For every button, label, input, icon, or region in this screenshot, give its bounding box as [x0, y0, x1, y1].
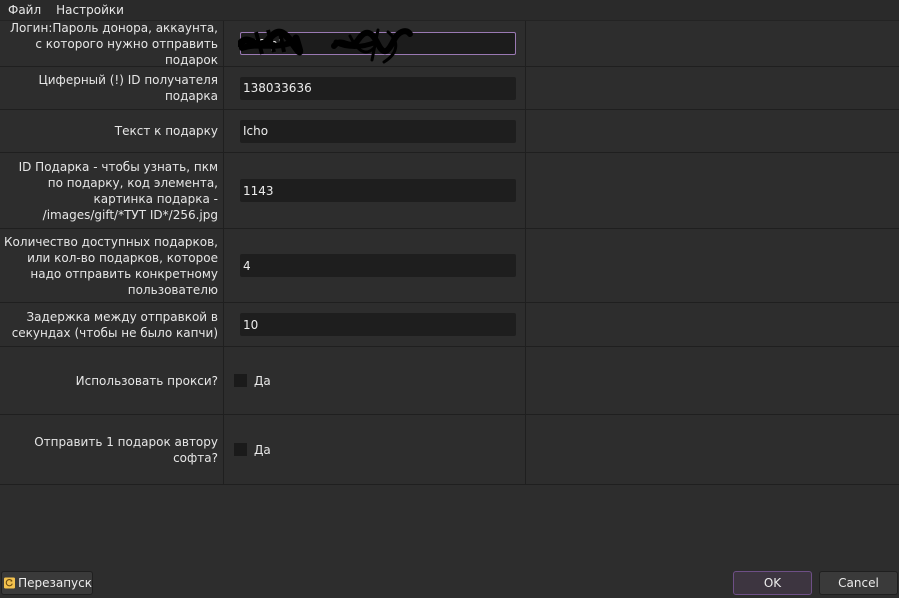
gift-count-cell	[225, 229, 526, 302]
delay-input[interactable]	[240, 313, 516, 336]
author-gift-checkbox-label[interactable]: Да	[254, 443, 271, 457]
recipient-id-cell	[225, 67, 526, 109]
menu-settings[interactable]: Настройки	[48, 0, 131, 20]
cancel-button[interactable]: Cancel	[819, 571, 898, 595]
menu-bar: Файл Настройки	[0, 0, 899, 20]
proxy-checkbox-label[interactable]: Да	[254, 374, 271, 388]
gift-id-label: ID Подарка - чтобы узнать, пкм по подарк…	[0, 153, 224, 228]
gift-text-label: Текст к подарку	[0, 110, 224, 152]
restart-icon	[4, 577, 16, 589]
author-gift-checkbox[interactable]	[234, 443, 247, 456]
recipient-id-input[interactable]	[240, 76, 516, 100]
gift-id-input[interactable]	[240, 179, 516, 202]
restart-button-label: Перезапуск	[18, 576, 92, 590]
proxy-checkbox[interactable]	[234, 374, 247, 387]
settings-form: Логин:Пароль донора, аккаунта, с которог…	[0, 20, 899, 485]
form-row-gift-count: Количество доступных подарков, или кол-в…	[0, 229, 899, 303]
author-gift-label: Отправить 1 подарок автору софта?	[0, 415, 224, 484]
proxy-checkbox-group[interactable]: Да	[234, 374, 271, 388]
gift-text-input[interactable]	[240, 119, 516, 143]
delay-cell	[225, 303, 526, 346]
author-gift-cell: Да	[225, 415, 526, 484]
ok-button[interactable]: OK	[733, 571, 812, 595]
author-gift-checkbox-group[interactable]: Да	[234, 443, 271, 457]
restart-button[interactable]: Перезапуск	[1, 571, 93, 595]
menu-file[interactable]: Файл	[0, 0, 48, 20]
login-password-input[interactable]	[240, 32, 516, 55]
form-row-gift-text: Текст к подарку	[0, 110, 899, 153]
form-row-author-gift: Отправить 1 подарок автору софта? Да	[0, 415, 899, 485]
delay-label: Задержка между отправкой в секундах (что…	[0, 303, 224, 346]
recipient-id-label: Циферный (!) ID получателя подарка	[0, 67, 224, 109]
gift-id-cell	[225, 153, 526, 228]
gift-text-cell	[225, 110, 526, 152]
gift-count-label: Количество доступных подарков, или кол-в…	[0, 229, 224, 302]
form-row-delay: Задержка между отправкой в секундах (что…	[0, 303, 899, 347]
login-cell	[225, 21, 526, 66]
proxy-cell: Да	[225, 347, 526, 414]
form-row-login: Логин:Пароль донора, аккаунта, с которог…	[0, 21, 899, 67]
gift-count-input[interactable]	[240, 254, 516, 277]
proxy-label: Использовать прокси?	[0, 347, 224, 414]
login-label: Логин:Пароль донора, аккаунта, с которог…	[0, 21, 224, 67]
form-row-recipient-id: Циферный (!) ID получателя подарка	[0, 67, 899, 110]
form-row-gift-id: ID Подарка - чтобы узнать, пкм по подарк…	[0, 153, 899, 229]
form-row-proxy: Использовать прокси? Да	[0, 347, 899, 415]
